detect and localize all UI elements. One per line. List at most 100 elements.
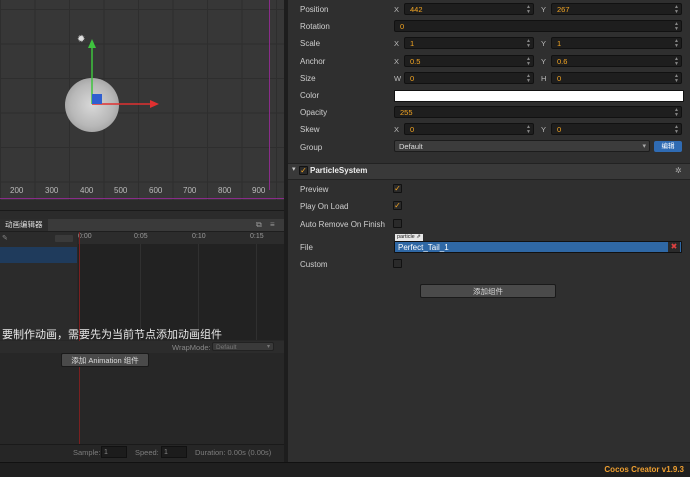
anchor-x-value: 0.5 [410, 57, 421, 66]
spinner-icon[interactable]: ▲ ▼ [526, 125, 531, 135]
axis-x-label: X [394, 125, 400, 134]
maximize-icon[interactable]: ⧉ [256, 220, 262, 230]
custom-label: Custom [300, 260, 328, 269]
timeline-mark: 0:15 [250, 233, 264, 240]
ruler-tick: 500 [114, 186, 128, 195]
speed-label: Speed: [135, 448, 159, 457]
file-type-text: particle [397, 234, 415, 240]
spinner-icon[interactable]: ▲ ▼ [674, 22, 679, 32]
anchor-y-input[interactable]: 0.6 ▲ ▼ [551, 55, 682, 67]
anchor-x-input[interactable]: 0.5 ▲ ▼ [404, 55, 534, 67]
group-label: Group [300, 143, 323, 152]
anim-hint-message: 要制作动画，需要先为当前节点添加动画组件 [2, 329, 222, 341]
node-field[interactable] [55, 235, 73, 242]
selected-node-row[interactable] [0, 247, 77, 263]
auto-remove-label: Auto Remove On Finish [300, 220, 385, 229]
position-y-value: 267 [557, 5, 570, 14]
scene-ruler: 200 300 400 500 600 700 800 900 [0, 186, 284, 198]
axis-x-label: X [394, 5, 400, 14]
position-label: Position [300, 5, 329, 14]
position-x-input[interactable]: 442 ▲ ▼ [404, 3, 534, 15]
gizmo-center-handle [92, 94, 102, 104]
scene-view[interactable]: ✹ 200 300 400 500 600 700 800 900 [0, 0, 284, 200]
scale-x-value: 1 [410, 39, 415, 48]
spinner-icon[interactable]: ▲ ▼ [674, 57, 679, 67]
skew-y-value: 0 [557, 125, 562, 134]
rotation-value: 0 [400, 22, 405, 31]
spinner-icon[interactable]: ▲ ▼ [674, 125, 679, 135]
sample-input[interactable]: 1 [101, 446, 127, 458]
timeline-mark: 0:00 [78, 233, 92, 240]
spinner-icon[interactable]: ▲ ▼ [674, 5, 679, 15]
ruler-tick: 300 [45, 186, 59, 195]
group-edit-button[interactable]: 编辑 [654, 141, 682, 152]
opacity-label: Opacity [300, 108, 328, 117]
add-component-button[interactable]: 添加组件 [420, 284, 556, 298]
opacity-input[interactable]: 255 ▲ ▼ [394, 106, 682, 118]
axis-h-label: H [541, 74, 547, 83]
ruler-tick: 400 [80, 186, 94, 195]
timeline-mark: 0:05 [134, 233, 148, 240]
menu-icon[interactable]: ≡ [270, 220, 275, 229]
ruler-tick: 700 [183, 186, 197, 195]
rotation-input[interactable]: 0 ▲ ▼ [394, 20, 682, 32]
skew-y-input[interactable]: 0 ▲ ▼ [551, 123, 682, 135]
position-y-input[interactable]: 267 ▲ ▼ [551, 3, 682, 15]
file-label: File [300, 243, 313, 252]
spinner-icon[interactable]: ▲ ▼ [674, 39, 679, 49]
tab-anim-editor[interactable]: 动画编辑器 [0, 219, 48, 231]
wrapmode-label: WrapMode: [172, 343, 211, 352]
wrapmode-select[interactable]: Default ▾ [212, 342, 274, 351]
axis-x-label: X [394, 39, 400, 48]
axis-y-label: Y [541, 39, 547, 48]
axis-y-label: Y [541, 5, 547, 14]
spinner-icon[interactable]: ▲ ▼ [526, 57, 531, 67]
gear-icon[interactable]: ✲ [675, 166, 682, 175]
spinner-icon[interactable]: ▲ ▼ [674, 108, 679, 118]
axis-y-label: Y [541, 125, 547, 134]
scale-x-input[interactable]: 1 ▲ ▼ [404, 37, 534, 49]
spinner-icon[interactable]: ▲ ▼ [526, 39, 531, 49]
speed-input[interactable]: 1 [161, 446, 187, 458]
move-gizmo[interactable] [80, 36, 164, 112]
add-animation-button[interactable]: 添加 Animation 组件 [61, 353, 149, 367]
gizmo-y-arrow [88, 39, 96, 48]
color-picker[interactable] [394, 90, 684, 102]
external-link-icon[interactable]: ⇗ [416, 234, 421, 240]
axis-x-label: X [394, 57, 400, 66]
anchor-label: Anchor [300, 57, 326, 66]
play-on-load-checkbox[interactable]: ✓ [393, 201, 402, 210]
axis-w-label: W [394, 74, 402, 83]
scale-y-input[interactable]: 1 ▲ ▼ [551, 37, 682, 49]
auto-remove-checkbox[interactable] [393, 219, 402, 228]
size-w-input[interactable]: 0 ▲ ▼ [404, 72, 534, 84]
skew-x-input[interactable]: 0 ▲ ▼ [404, 123, 534, 135]
preview-checkbox[interactable]: ✓ [393, 184, 402, 193]
clear-file-icon[interactable]: ✖ [668, 242, 680, 252]
sample-label: Sample: [73, 448, 101, 457]
size-h-value: 0 [557, 74, 562, 83]
component-enabled-checkbox[interactable]: ✓ [299, 166, 308, 175]
gizmo-x-arrow [150, 100, 159, 108]
size-h-input[interactable]: 0 ▲ ▼ [551, 72, 682, 84]
speed-value: 1 [164, 449, 168, 456]
timeline-ruler[interactable]: 0:00 0:05 0:10 0:15 [78, 232, 284, 244]
group-select[interactable]: Default ▾ [394, 140, 650, 152]
timeline-mark: 0:10 [192, 233, 206, 240]
rotation-label: Rotation [300, 22, 330, 31]
spinner-icon[interactable]: ▲ ▼ [526, 5, 531, 15]
version-label: Cocos Creator v1.9.3 [604, 465, 684, 474]
edit-icon[interactable]: ✎ [2, 234, 8, 242]
canvas-border-right [269, 0, 270, 190]
timeline-gridline [256, 244, 257, 340]
position-x-value: 442 [410, 5, 423, 14]
timeline[interactable] [78, 232, 284, 340]
collapse-icon[interactable]: ▾ [292, 165, 296, 173]
file-asset-field[interactable]: Perfect_Tail_1 [394, 241, 682, 253]
ruler-tick: 900 [252, 186, 266, 195]
spinner-icon[interactable]: ▲ ▼ [526, 74, 531, 84]
custom-checkbox[interactable] [393, 259, 402, 268]
spinner-icon[interactable]: ▲ ▼ [674, 74, 679, 84]
status-bar [0, 462, 690, 477]
anchor-y-value: 0.6 [557, 57, 568, 66]
